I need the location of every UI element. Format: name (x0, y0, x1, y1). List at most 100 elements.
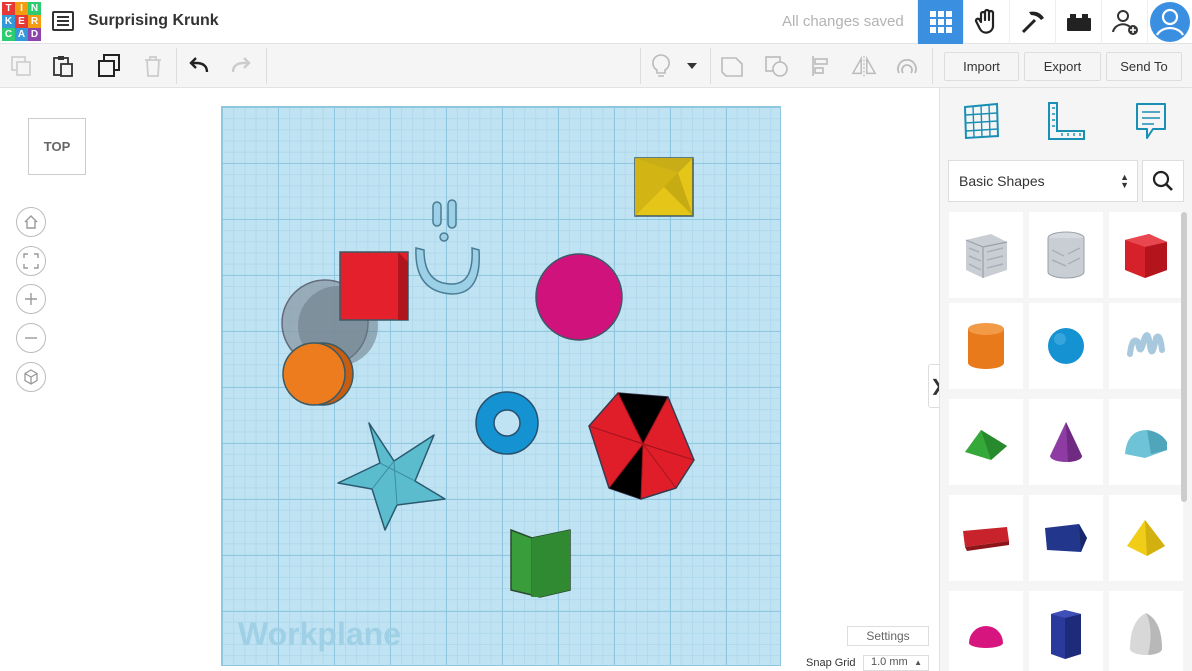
wedge-shape-icon (1045, 524, 1087, 552)
shape-tile-scribble[interactable] (1109, 303, 1183, 389)
ungroup-icon (765, 56, 788, 77)
export-button[interactable]: Export (1024, 52, 1101, 81)
logo-letter: I (15, 2, 28, 15)
group-button[interactable] (719, 53, 745, 79)
home-view-button[interactable] (16, 207, 46, 237)
blocks-hand-icon (974, 8, 994, 34)
note-bubble-icon (1136, 103, 1166, 139)
shape-tile-wedge[interactable] (1029, 495, 1103, 581)
box-hole-shape-icon (965, 234, 1008, 278)
ruler-icon (1048, 102, 1085, 140)
plus-icon (25, 293, 37, 305)
delete-button[interactable] (140, 53, 166, 79)
invite-user-button[interactable] (1101, 0, 1147, 44)
trash-icon (145, 56, 161, 77)
workplane-tool-button[interactable] (960, 100, 1002, 142)
shape-tile-box[interactable] (1109, 212, 1183, 298)
shape-tile-cone[interactable] (1029, 399, 1103, 485)
edit-toolbar: Import Export Send To (0, 44, 1192, 88)
scribble-shape-icon (1127, 332, 1165, 357)
zoom-out-button[interactable] (16, 323, 46, 353)
cruise-button[interactable] (894, 53, 920, 79)
workplane[interactable] (221, 106, 781, 666)
shape-tile-sphere[interactable] (1029, 303, 1103, 389)
ruler-tool-button[interactable] (1044, 100, 1086, 142)
3d-design-view-button[interactable] (917, 0, 963, 44)
pickaxe-icon (1021, 11, 1044, 34)
magnet-hand-icon (897, 59, 917, 74)
logo-letter: R (28, 15, 41, 28)
snap-grid-select[interactable]: 1.0 mm ▲ (863, 655, 929, 671)
caret-up-icon: ▲ (914, 658, 922, 667)
shape-category-value: Basic Shapes (959, 173, 1045, 189)
duplicate-button[interactable] (96, 53, 122, 79)
undo-icon (189, 57, 209, 73)
logo-letter: T (2, 2, 15, 15)
polygon-shape-icon (1051, 610, 1081, 659)
logo-letter: A (15, 28, 28, 41)
cone-shape-icon (1050, 422, 1083, 462)
shape-search-button[interactable] (1142, 160, 1184, 202)
view-cube[interactable]: TOP (28, 118, 86, 175)
notes-dropdown[interactable] (682, 53, 702, 79)
fit-view-button[interactable] (16, 246, 46, 276)
duplicate-icon (98, 54, 120, 77)
logo-letter: D (28, 28, 41, 41)
shape-category-select[interactable]: Basic Shapes ▲ ▼ (948, 160, 1138, 202)
shapes-scrollbar[interactable] (1181, 212, 1187, 502)
text-shape-icon (963, 527, 1009, 551)
roof-shape-icon (965, 430, 1007, 460)
round-roof-shape-icon (1125, 430, 1167, 458)
workplane-settings-button[interactable]: Settings (847, 626, 929, 646)
bricks-view-button[interactable] (1055, 0, 1101, 44)
ungroup-button[interactable] (764, 53, 790, 79)
box-shape-icon (1125, 234, 1167, 278)
workplane-label: Workplane (238, 616, 401, 652)
perspective-button[interactable] (16, 362, 46, 392)
minus-icon (25, 337, 37, 339)
shape-tile-paraboloid[interactable] (1109, 591, 1183, 671)
mirror-icon (851, 55, 877, 77)
align-button[interactable] (808, 53, 834, 79)
shape-tile-half-sphere[interactable] (949, 591, 1023, 671)
zoom-in-button[interactable] (16, 284, 46, 314)
shape-tile-cylinder-hole[interactable] (1029, 212, 1103, 298)
shapes-panel: Basic Shapes ▲ ▼ (939, 88, 1192, 671)
logo-letter: C (2, 28, 15, 41)
profile-button[interactable] (1147, 0, 1192, 44)
shape-tile-roof[interactable] (949, 399, 1023, 485)
3d-design-view-icon (929, 11, 952, 33)
sphere-shape-icon (1048, 328, 1084, 364)
notes-button[interactable] (648, 53, 674, 79)
mirror-button[interactable] (851, 53, 877, 79)
redo-button[interactable] (228, 53, 254, 79)
cylinder-shape-icon (968, 323, 1004, 369)
snap-grid-label: Snap Grid (806, 657, 856, 669)
search-icon (1152, 170, 1173, 191)
shape-tile-cylinder[interactable] (949, 303, 1023, 389)
home-icon (24, 215, 38, 229)
lego-brick-icon (1066, 14, 1091, 31)
fit-all-icon (23, 253, 39, 269)
blocks-view-button[interactable] (963, 0, 1009, 44)
shape-tile-box-hole[interactable] (949, 212, 1023, 298)
copy-button[interactable] (8, 53, 34, 79)
workplane-grid-icon (963, 102, 1000, 140)
minecraft-view-button[interactable] (1009, 0, 1055, 44)
cylinder-hole-shape-icon (1047, 231, 1085, 279)
shape-tile-text[interactable] (949, 495, 1023, 581)
paste-button[interactable] (50, 53, 76, 79)
design-list-icon[interactable] (52, 11, 74, 31)
logo-letter: K (2, 15, 15, 28)
undo-button[interactable] (186, 53, 212, 79)
add-user-icon (1111, 10, 1138, 35)
notes-tool-button[interactable] (1130, 100, 1172, 142)
send-to-button[interactable]: Send To (1106, 52, 1182, 81)
tinkercad-logo[interactable]: TINKERCAD (2, 2, 42, 42)
project-title[interactable]: Surprising Krunk (88, 12, 219, 30)
shape-tile-polygon[interactable] (1029, 591, 1103, 671)
lightbulb-icon (652, 54, 670, 77)
shape-tile-round-roof[interactable] (1109, 399, 1183, 485)
import-button[interactable]: Import (944, 52, 1019, 81)
shape-tile-pyramid[interactable] (1109, 495, 1183, 581)
